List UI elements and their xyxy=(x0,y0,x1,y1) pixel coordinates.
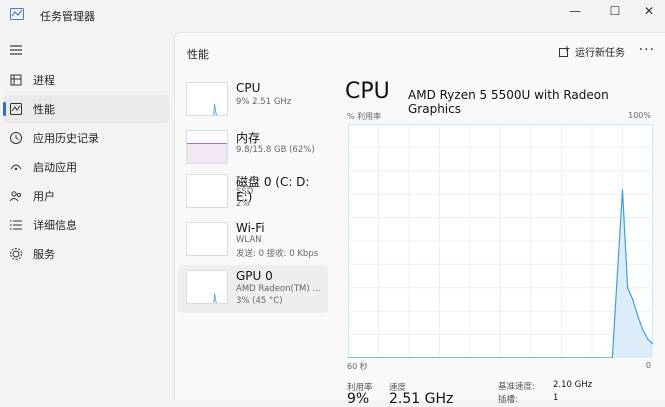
title-bar: 任务管理器 — ☐ ✕ xyxy=(0,0,665,32)
main-content: 性能 运行新任务 ··· CPU 9% 2.51 GHz 内存 9.8/15.8… xyxy=(174,32,665,407)
sockets-value: 1 xyxy=(553,393,559,403)
gpu-thumbnail-graph xyxy=(186,270,228,304)
y-max-label: 100% xyxy=(628,111,651,120)
device-item-disk[interactable]: 磁盘 0 (C: D: E:) SSD 2% xyxy=(178,169,328,217)
close-button[interactable]: ✕ xyxy=(631,0,665,22)
detail-title: CPU xyxy=(345,79,390,104)
sockets-label: 插槽: xyxy=(498,395,518,405)
startup-apps-icon xyxy=(10,164,22,171)
nav-item-processes[interactable]: 进程 xyxy=(3,66,169,94)
maximize-icon: ☐ xyxy=(609,4,621,18)
utilization-value: 9% xyxy=(347,391,370,407)
minimize-icon: — xyxy=(569,4,581,18)
nav-item-app-history[interactable]: 应用历史记录 xyxy=(3,124,169,152)
performance-icon xyxy=(10,103,22,115)
services-icon xyxy=(10,248,22,260)
device-item-gpu[interactable]: GPU 0 AMD Radeon(TM) ... 3% (45 °C) xyxy=(178,265,328,313)
x-axis-start-label: 60 秒 xyxy=(347,362,368,371)
disk-thumbnail-graph xyxy=(186,174,228,208)
nav-item-users[interactable]: 用户 xyxy=(3,182,169,210)
cpu-model-name: AMD Ryzen 5 5500U with Radeon Graphics xyxy=(408,88,609,116)
device-item-memory[interactable]: 内存 9.8/15.8 GB (62%) xyxy=(178,125,328,173)
page-title: 性能 xyxy=(187,48,209,61)
minimize-button[interactable]: — xyxy=(557,0,593,22)
device-item-cpu[interactable]: CPU 9% 2.51 GHz xyxy=(178,77,328,125)
x-axis-end-label: 0 xyxy=(645,361,651,370)
users-icon xyxy=(9,191,22,202)
close-icon: ✕ xyxy=(643,4,655,18)
nav-item-details[interactable]: 详细信息 xyxy=(3,211,169,239)
base-speed-label: 基准速度: xyxy=(498,382,535,392)
device-item-wifi[interactable]: Wi-Fi WLAN 发送: 0 接收: 0 Kbps xyxy=(178,217,328,265)
cpu-utilization-graph xyxy=(348,124,653,358)
y-axis-label: % 利用率 xyxy=(347,112,382,121)
hamburger-menu-icon[interactable] xyxy=(9,44,23,56)
speed-value: 2.51 GHz xyxy=(389,391,454,407)
memory-thumbnail-graph xyxy=(186,130,228,164)
processes-icon xyxy=(10,74,22,86)
task-manager-icon xyxy=(10,8,24,20)
base-speed-value: 2.10 GHz xyxy=(553,380,593,390)
app-history-icon xyxy=(10,132,22,144)
details-icon xyxy=(10,220,22,230)
nav-item-startup-apps[interactable]: 启动应用 xyxy=(3,153,169,181)
run-new-task-button[interactable]: 运行新任务 xyxy=(559,44,625,59)
nav-pane: 进程 性能 应用历史记录 启动应用 用户 详细信息 服务 xyxy=(0,32,174,400)
maximize-button[interactable]: ☐ xyxy=(597,0,633,22)
run-task-icon xyxy=(559,46,570,57)
more-options-button[interactable]: ··· xyxy=(639,42,655,58)
cpu-thumbnail-graph xyxy=(186,82,228,116)
nav-item-performance[interactable]: 性能 xyxy=(3,95,169,123)
wifi-thumbnail-graph xyxy=(186,222,228,256)
nav-item-services[interactable]: 服务 xyxy=(3,240,169,268)
window-title: 任务管理器 xyxy=(40,10,95,23)
